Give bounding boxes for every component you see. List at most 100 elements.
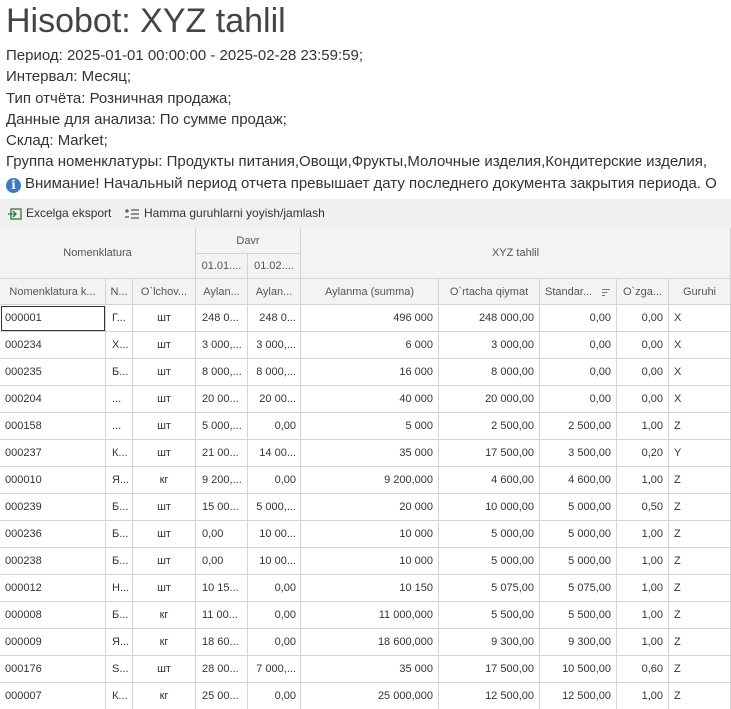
cell-code[interactable]: 000176	[0, 656, 106, 683]
cell-turnover-jan[interactable]: 18 60...	[196, 629, 248, 656]
cell-name[interactable]: Г...	[106, 305, 133, 332]
cell-name[interactable]: Б...	[106, 548, 133, 575]
cell-name[interactable]: Б...	[106, 602, 133, 629]
cell-group[interactable]: X	[669, 332, 731, 359]
cell-turnover-jan[interactable]: 20 00...	[196, 386, 248, 413]
cell-turnover-sum[interactable]: 10 000	[301, 521, 439, 548]
cell-stddev[interactable]: 0,00	[540, 305, 617, 332]
cell-name[interactable]: Н...	[106, 575, 133, 602]
cell-stddev[interactable]: 5 500,00	[540, 602, 617, 629]
cell-unit[interactable]: кг	[133, 602, 196, 629]
cell-turnover-sum[interactable]: 40 000	[301, 386, 439, 413]
cell-turnover-feb[interactable]: 10 00...	[248, 548, 301, 575]
cell-variation[interactable]: 1,00	[617, 602, 669, 629]
cell-unit[interactable]: кг	[133, 629, 196, 656]
cell-unit[interactable]: кг	[133, 467, 196, 494]
cell-stddev[interactable]: 3 500,00	[540, 440, 617, 467]
cell-name[interactable]: Б...	[106, 521, 133, 548]
cell-variation[interactable]: 0,00	[617, 359, 669, 386]
cell-unit[interactable]: шт	[133, 332, 196, 359]
cell-name[interactable]: Б...	[106, 494, 133, 521]
cell-group[interactable]: Z	[669, 683, 731, 709]
cell-unit[interactable]: шт	[133, 494, 196, 521]
cell-name[interactable]: ...	[106, 413, 133, 440]
cell-turnover-jan[interactable]: 11 00...	[196, 602, 248, 629]
cell-group[interactable]: X	[669, 359, 731, 386]
cell-stddev[interactable]: 9 300,00	[540, 629, 617, 656]
column-header-code[interactable]: Nomenklatura k...	[0, 279, 106, 305]
cell-turnover-feb[interactable]: 3 000,...	[248, 332, 301, 359]
cell-group[interactable]: Z	[669, 656, 731, 683]
cell-turnover-jan[interactable]: 5 000,...	[196, 413, 248, 440]
cell-variation[interactable]: 1,00	[617, 467, 669, 494]
cell-turnover-feb[interactable]: 248 0...	[248, 305, 301, 332]
cell-turnover-sum[interactable]: 496 000	[301, 305, 439, 332]
column-header-name[interactable]: N...	[106, 279, 133, 305]
cell-name[interactable]: Я...	[106, 629, 133, 656]
cell-turnover-feb[interactable]: 0,00	[248, 629, 301, 656]
cell-stddev[interactable]: 0,00	[540, 359, 617, 386]
cell-stddev[interactable]: 4 600,00	[540, 467, 617, 494]
cell-code[interactable]: 000010	[0, 467, 106, 494]
cell-average[interactable]: 20 000,00	[439, 386, 540, 413]
cell-turnover-sum[interactable]: 10 000	[301, 548, 439, 575]
column-header-turnover-sum[interactable]: Aylanma (summa)	[301, 279, 439, 305]
cell-turnover-feb[interactable]: 20 00...	[248, 386, 301, 413]
cell-turnover-jan[interactable]: 28 00...	[196, 656, 248, 683]
cell-variation[interactable]: 0,20	[617, 440, 669, 467]
cell-turnover-feb[interactable]: 0,00	[248, 683, 301, 709]
cell-turnover-jan[interactable]: 0,00	[196, 548, 248, 575]
cell-turnover-feb[interactable]: 7 000,...	[248, 656, 301, 683]
cell-unit[interactable]: шт	[133, 386, 196, 413]
cell-group[interactable]: X	[669, 386, 731, 413]
cell-unit[interactable]: шт	[133, 440, 196, 467]
cell-name[interactable]: Я...	[106, 467, 133, 494]
cell-code[interactable]: 000012	[0, 575, 106, 602]
cell-stddev[interactable]: 2 500,00	[540, 413, 617, 440]
cell-code[interactable]: 000238	[0, 548, 106, 575]
cell-name[interactable]: Б...	[106, 359, 133, 386]
cell-average[interactable]: 9 300,00	[439, 629, 540, 656]
cell-turnover-sum[interactable]: 11 000,000	[301, 602, 439, 629]
cell-variation[interactable]: 0,00	[617, 305, 669, 332]
cell-turnover-sum[interactable]: 35 000	[301, 440, 439, 467]
cell-variation[interactable]: 1,00	[617, 521, 669, 548]
cell-code[interactable]: 000008	[0, 602, 106, 629]
cell-turnover-jan[interactable]: 8 000,...	[196, 359, 248, 386]
cell-code[interactable]: 000009	[0, 629, 106, 656]
cell-turnover-feb[interactable]: 8 000,...	[248, 359, 301, 386]
cell-stddev[interactable]: 5 000,00	[540, 494, 617, 521]
cell-stddev[interactable]: 5 000,00	[540, 521, 617, 548]
cell-average[interactable]: 248 000,00	[439, 305, 540, 332]
cell-turnover-sum[interactable]: 18 600,000	[301, 629, 439, 656]
cell-turnover-feb[interactable]: 0,00	[248, 575, 301, 602]
column-header-average[interactable]: O`rtacha qiymat	[439, 279, 540, 305]
cell-variation[interactable]: 1,00	[617, 413, 669, 440]
cell-variation[interactable]: 1,00	[617, 575, 669, 602]
cell-turnover-feb[interactable]: 0,00	[248, 467, 301, 494]
column-header-stddev[interactable]: Standar...	[540, 279, 617, 305]
cell-average[interactable]: 5 500,00	[439, 602, 540, 629]
cell-turnover-sum[interactable]: 5 000	[301, 413, 439, 440]
excel-export-button[interactable]: Excelga eksport	[8, 199, 111, 228]
column-header-unit[interactable]: O`lchov...	[133, 279, 196, 305]
cell-group[interactable]: Y	[669, 440, 731, 467]
cell-unit[interactable]: шт	[133, 656, 196, 683]
cell-group[interactable]: Z	[669, 575, 731, 602]
cell-turnover-jan[interactable]: 248 0...	[196, 305, 248, 332]
cell-code[interactable]: 000234	[0, 332, 106, 359]
cell-code[interactable]: 000235	[0, 359, 106, 386]
cell-turnover-feb[interactable]: 0,00	[248, 602, 301, 629]
cell-group[interactable]: Z	[669, 494, 731, 521]
cell-code[interactable]: 000204	[0, 386, 106, 413]
cell-turnover-sum[interactable]: 6 000	[301, 332, 439, 359]
cell-turnover-jan[interactable]: 3 000,...	[196, 332, 248, 359]
cell-stddev[interactable]: 5 000,00	[540, 548, 617, 575]
cell-name[interactable]: ...	[106, 386, 133, 413]
cell-variation[interactable]: 0,50	[617, 494, 669, 521]
column-header-group[interactable]: Guruhi	[669, 279, 731, 305]
cell-average[interactable]: 5 075,00	[439, 575, 540, 602]
cell-name[interactable]: К...	[106, 440, 133, 467]
cell-variation[interactable]: 0,00	[617, 386, 669, 413]
cell-group[interactable]: Z	[669, 602, 731, 629]
